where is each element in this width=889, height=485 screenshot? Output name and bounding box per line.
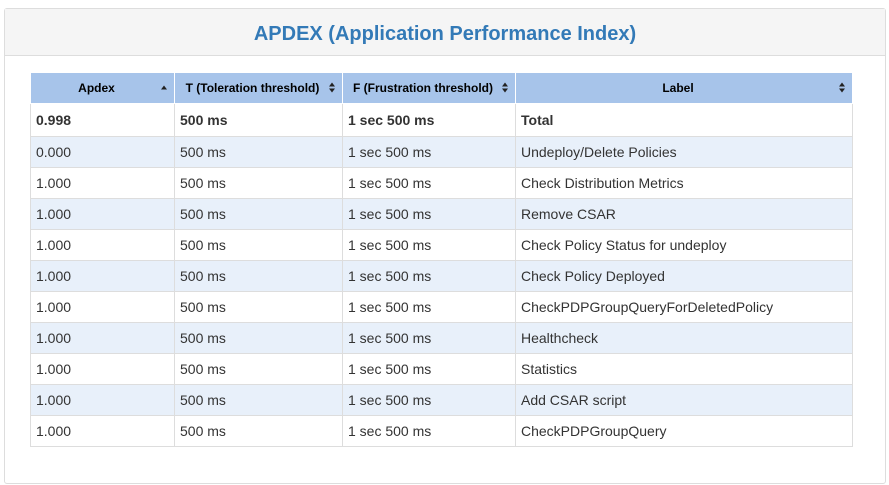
cell-toleration: 500 ms xyxy=(174,291,343,323)
cell-toleration: 500 ms xyxy=(174,415,343,447)
cell-frustration: 1 sec 500 ms xyxy=(342,167,516,199)
column-header-label: T (Toleration threshold) xyxy=(185,81,320,95)
cell-toleration: 500 ms xyxy=(174,260,343,292)
cell-frustration: 1 sec 500 ms xyxy=(342,136,516,168)
cell-label: Add CSAR script xyxy=(515,384,853,416)
cell-frustration: 1 sec 500 ms xyxy=(342,260,516,292)
cell-apdex: 1.000 xyxy=(30,415,175,447)
apdex-table: Apdex T (Toleration threshold) F (Frustr… xyxy=(30,72,853,447)
cell-apdex: 1.000 xyxy=(30,229,175,261)
cell-apdex: 1.000 xyxy=(30,291,175,323)
panel-heading: APDEX (Application Performance Index) xyxy=(5,9,885,56)
cell-frustration: 1 sec 500 ms xyxy=(342,415,516,447)
column-header-label[interactable]: Label xyxy=(515,72,853,104)
table-row: 1.000 500 ms 1 sec 500 ms CheckPDPGroupQuer… xyxy=(30,291,853,323)
cell-label: CheckPDPGroupQueryForDeletedPolicy xyxy=(515,291,853,323)
cell-toleration: 500 ms xyxy=(174,198,343,230)
cell-label: Remove CSAR xyxy=(515,198,853,230)
cell-frustration: 1 sec 500 ms xyxy=(342,322,516,354)
table-header-row: Apdex T (Toleration threshold) F (Frustr… xyxy=(30,72,853,104)
sort-both-icon xyxy=(502,82,509,94)
column-header-toleration-threshold[interactable]: T (Toleration threshold) xyxy=(174,72,343,104)
cell-toleration: 500 ms xyxy=(174,136,343,168)
cell-frustration: 1 sec 500 ms xyxy=(342,353,516,385)
cell-label: Total xyxy=(515,103,853,137)
table-row: 1.000 500 ms 1 sec 500 ms Check Policy Stat… xyxy=(30,229,853,261)
cell-toleration: 500 ms xyxy=(174,353,343,385)
table-row: 1.000 500 ms 1 sec 500 ms Add CSAR script xyxy=(30,384,853,416)
table-row: 1.000 500 ms 1 sec 500 ms Healthcheck xyxy=(30,322,853,354)
column-header-apdex[interactable]: Apdex xyxy=(30,72,175,104)
column-header-label: F (Frustration threshold) xyxy=(353,81,493,95)
cell-label: Statistics xyxy=(515,353,853,385)
cell-toleration: 500 ms xyxy=(174,167,343,199)
sort-both-icon xyxy=(329,82,336,94)
cell-label: Check Distribution Metrics xyxy=(515,167,853,199)
table-row: 1.000 500 ms 1 sec 500 ms Remove CSAR xyxy=(30,198,853,230)
column-header-label: Label xyxy=(662,81,694,95)
cell-frustration: 1 sec 500 ms xyxy=(342,103,516,137)
cell-apdex: 1.000 xyxy=(30,260,175,292)
cell-apdex: 1.000 xyxy=(30,322,175,354)
cell-apdex: 1.000 xyxy=(30,384,175,416)
cell-apdex: 0.000 xyxy=(30,136,175,168)
cell-toleration: 500 ms xyxy=(174,384,343,416)
cell-label: CheckPDPGroupQuery xyxy=(515,415,853,447)
sort-both-icon xyxy=(839,82,846,94)
column-header-label: Apdex xyxy=(78,81,115,95)
cell-frustration: 1 sec 500 ms xyxy=(342,198,516,230)
total-row: 0.998 500 ms 1 sec 500 ms Total xyxy=(30,103,853,137)
cell-toleration: 500 ms xyxy=(174,322,343,354)
cell-toleration: 500 ms xyxy=(174,103,343,137)
cell-frustration: 1 sec 500 ms xyxy=(342,384,516,416)
table-row: 1.000 500 ms 1 sec 500 ms Check Distributio… xyxy=(30,167,853,199)
cell-frustration: 1 sec 500 ms xyxy=(342,229,516,261)
cell-apdex: 0.998 xyxy=(30,103,175,137)
cell-apdex: 1.000 xyxy=(30,167,175,199)
cell-apdex: 1.000 xyxy=(30,353,175,385)
cell-apdex: 1.000 xyxy=(30,198,175,230)
cell-label: Undeploy/Delete Policies xyxy=(515,136,853,168)
cell-label: Healthcheck xyxy=(515,322,853,354)
column-header-frustration-threshold[interactable]: F (Frustration threshold) xyxy=(342,72,516,104)
table-row: 1.000 500 ms 1 sec 500 ms Statistics xyxy=(30,353,853,385)
cell-frustration: 1 sec 500 ms xyxy=(342,291,516,323)
cell-label: Check Policy Status for undeploy xyxy=(515,229,853,261)
page-title: APDEX (Application Performance Index) xyxy=(253,23,637,45)
cell-toleration: 500 ms xyxy=(174,229,343,261)
table-row: 1.000 500 ms 1 sec 500 ms Check Policy Depl… xyxy=(30,260,853,292)
table-row: 0.000 500 ms 1 sec 500 ms Undeploy/Delete P… xyxy=(30,136,853,168)
table-row: 1.000 500 ms 1 sec 500 ms CheckPDPGroupQuer… xyxy=(30,415,853,447)
cell-label: Check Policy Deployed xyxy=(515,260,853,292)
sort-ascending-icon xyxy=(161,83,168,94)
